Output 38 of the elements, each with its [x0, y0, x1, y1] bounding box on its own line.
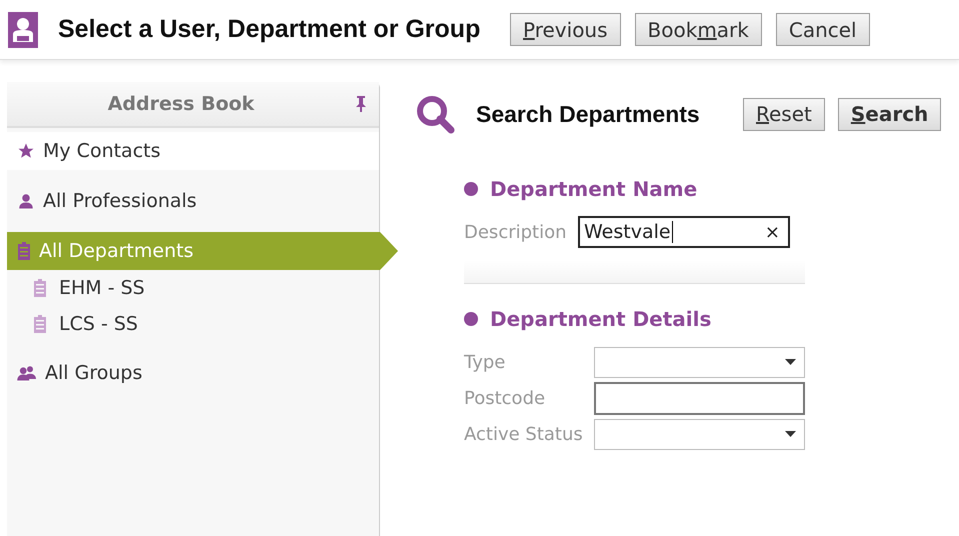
dropdown-arrow-icon	[785, 359, 796, 365]
bullet-icon	[464, 312, 478, 326]
dropdown-field[interactable]	[594, 346, 805, 378]
section-title: Department Details	[490, 306, 712, 333]
group-icon	[17, 364, 37, 382]
person-icon	[17, 192, 35, 210]
panel-title: Address Book	[106, 92, 256, 117]
building-icon	[33, 315, 47, 333]
search-button[interactable]: Search	[838, 98, 942, 130]
section-title: Department Name	[490, 176, 698, 203]
field-label: Description	[464, 220, 568, 244]
bookmark-button[interactable]: Bookmark	[634, 13, 762, 46]
sidebar-item[interactable]: All Professionals	[7, 182, 379, 220]
field-label: Type	[464, 350, 506, 374]
selection-arrow	[380, 232, 398, 270]
sidebar-subitem[interactable]: LCS - SS	[7, 306, 379, 342]
sidebar-item[interactable]: My Contacts	[7, 132, 379, 170]
search-title: Search Departments	[476, 100, 701, 129]
field-label: Active Status	[464, 422, 584, 446]
field-label: Postcode	[464, 386, 546, 410]
sidebar-item[interactable]: All Groups	[7, 354, 379, 392]
search-icon	[415, 94, 455, 134]
star-icon	[17, 142, 35, 160]
pin-icon[interactable]	[355, 96, 367, 112]
clear-button[interactable]: ×	[760, 218, 784, 246]
cancel-button[interactable]: Cancel	[776, 13, 870, 46]
window-title: Select a User, Department or Group	[58, 14, 482, 45]
previous-button[interactable]: Previous	[510, 13, 621, 46]
building-icon	[33, 279, 47, 297]
description-field[interactable]: Westvale ×	[578, 216, 790, 248]
bullet-icon	[464, 182, 478, 196]
reset-button[interactable]: Reset	[743, 98, 825, 130]
dropdown-field[interactable]	[594, 418, 805, 450]
dropdown-arrow-icon	[785, 431, 796, 437]
sidebar-subitem[interactable]: EHM - SS	[7, 270, 379, 306]
user-card-icon	[8, 12, 38, 48]
building-icon	[17, 242, 31, 260]
input-field[interactable]	[594, 382, 805, 414]
